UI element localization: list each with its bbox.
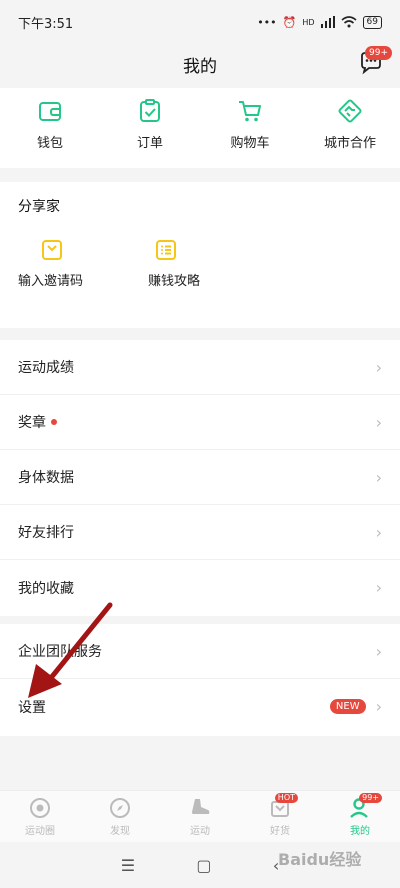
compass-icon: [110, 797, 130, 818]
status-icons: ••• ⏰ HD 69: [257, 15, 382, 29]
tab-label: 运动: [190, 825, 210, 837]
tab-label: 发现: [110, 825, 130, 837]
share-icon-wrap: [18, 238, 130, 262]
quick-item-label: 城市合作: [323, 136, 376, 151]
guide-icon: [156, 240, 176, 260]
share-section: 分享家 输入邀请码 赚钱攻略: [0, 182, 400, 328]
red-dot-indicator: [51, 419, 57, 425]
menu-item-label: 我的收藏: [18, 580, 74, 597]
order-icon: [140, 99, 160, 122]
chevron-right-icon: ›: [375, 641, 382, 661]
quick-item-label: 订单: [136, 136, 163, 151]
home-icon[interactable]: ▢: [196, 856, 211, 875]
chevron-right-icon: ›: [375, 697, 382, 716]
menu-item-sport-results[interactable]: 运动成绩 ›: [0, 340, 400, 395]
menu-item-right: NEW ›: [329, 697, 382, 716]
quick-item-city-cooperation[interactable]: 城市合作: [300, 88, 400, 168]
signal-icon: [320, 16, 335, 28]
wifi-icon: [341, 16, 357, 28]
tab-label: 运动圈: [25, 825, 55, 837]
cart-icon: [239, 101, 261, 122]
invite-icon: [42, 240, 62, 260]
quick-item-cart[interactable]: 购物车: [200, 88, 300, 168]
hd-indicator: HD: [302, 17, 315, 27]
sport-circle-icon: [30, 797, 50, 818]
share-item-label: 输入邀请码: [18, 274, 84, 289]
menu-item-label: 身体数据: [18, 470, 74, 486]
shoe-icon: [192, 798, 210, 814]
battery-indicator: 69: [362, 15, 382, 29]
chevron-right-icon: ›: [375, 578, 382, 597]
quick-item-label: 钱包: [36, 136, 63, 151]
chevron-right-icon: ›: [375, 522, 382, 542]
chevron-right-icon: ›: [375, 467, 382, 487]
handshake-icon: [338, 99, 362, 123]
menu-item-label: 好友排行: [18, 525, 74, 541]
menu-item-medals[interactable]: 奖章 ›: [0, 395, 400, 450]
menu-item-label-wrap: 奖章: [18, 412, 57, 432]
status-time: 下午3:51: [18, 16, 74, 32]
tab-label: 我的: [350, 825, 370, 837]
page-title: 我的: [183, 56, 217, 77]
tab-sport-circle[interactable]: 运动圈: [0, 791, 80, 842]
quick-item-wallet[interactable]: 钱包: [0, 88, 100, 168]
share-section-title: 分享家: [18, 199, 60, 215]
share-item-invite-code[interactable]: 输入邀请码: [0, 238, 130, 289]
tab-good-goods[interactable]: HOT 好货: [240, 791, 320, 842]
menu-item-friend-ranking[interactable]: 好友排行 ›: [0, 505, 400, 560]
message-button[interactable]: 99+: [358, 46, 392, 76]
new-badge: NEW: [329, 699, 366, 714]
menu-item-settings[interactable]: 设置 NEW ›: [0, 679, 400, 734]
wallet-icon: [39, 102, 61, 121]
share-icon-wrap: [148, 238, 260, 262]
mine-badge: 99+: [359, 793, 382, 803]
menu-icon[interactable]: ☰: [121, 856, 135, 875]
menu-item-label: 企业团队服务: [18, 644, 102, 660]
menu-item-enterprise-team[interactable]: 企业团队服务 ›: [0, 624, 400, 679]
alarm-icon: ⏰: [282, 15, 297, 29]
share-items: 输入邀请码 赚钱攻略: [0, 238, 260, 289]
message-badge: 99+: [365, 46, 392, 60]
title-bar: 我的 99+: [0, 44, 400, 84]
more-dots-icon: •••: [257, 15, 277, 29]
hot-badge: HOT: [274, 793, 298, 803]
tab-bar: 运动圈 发现 运动 HOT 好货 99+ 我的: [0, 790, 400, 842]
menu-item-label: 设置: [18, 699, 46, 716]
menu-list: 运动成绩 › 奖章 › 身体数据 › 好友排行 › 我的收藏 ›: [0, 340, 400, 616]
status-bar: 下午3:51 ••• ⏰ HD 69: [0, 0, 400, 44]
share-item-earning-guide[interactable]: 赚钱攻略: [130, 238, 260, 289]
quick-item-label: 购物车: [230, 136, 270, 151]
menu-item-label: 运动成绩: [18, 360, 74, 376]
chevron-right-icon: ›: [375, 412, 382, 432]
tab-sport[interactable]: 运动: [160, 791, 240, 842]
chevron-right-icon: ›: [375, 357, 382, 377]
quick-actions: 钱包 订单 购物车 城市合作: [0, 88, 400, 168]
menu-item-favorites[interactable]: 我的收藏 ›: [0, 560, 400, 615]
menu-item-label: 奖章: [18, 415, 46, 431]
quick-item-order[interactable]: 订单: [100, 88, 200, 168]
menu-item-body-data[interactable]: 身体数据 ›: [0, 450, 400, 505]
tab-discover[interactable]: 发现: [80, 791, 160, 842]
tab-mine[interactable]: 99+ 我的: [320, 791, 400, 842]
tab-label: 好货: [270, 825, 290, 837]
menu-list-secondary: 企业团队服务 › 设置 NEW ›: [0, 624, 400, 736]
watermark: Baidu经验: [278, 850, 362, 869]
share-item-label: 赚钱攻略: [148, 274, 201, 289]
